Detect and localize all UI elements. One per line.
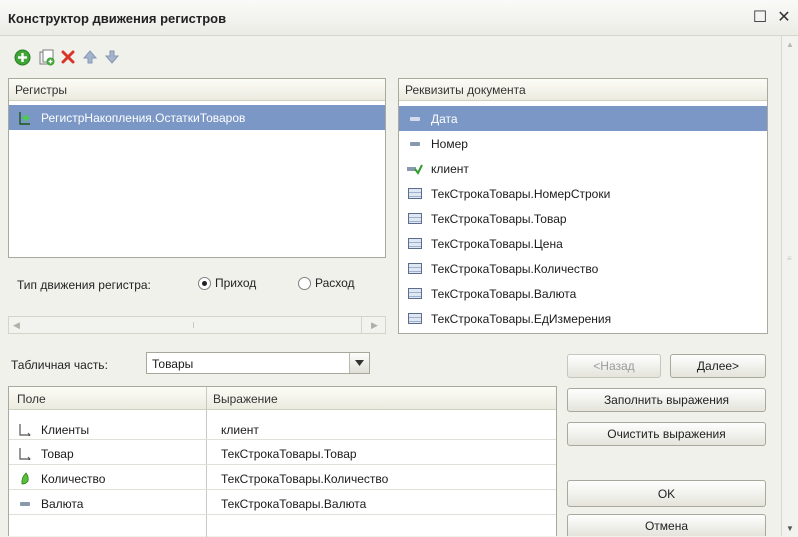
row-field: Валюта: [41, 496, 84, 511]
attribute-item[interactable]: ТекСтрокаТовары.Количество: [399, 256, 767, 281]
movement-type-label: Тип движения регистра:: [17, 278, 151, 292]
back-button[interactable]: <Назад: [567, 354, 661, 378]
tabular-part-label: Табличная часть:: [11, 358, 108, 372]
attribute-item-label: Дата: [431, 111, 458, 126]
row-expression[interactable]: ТекСтрокаТовары.Количество: [221, 472, 388, 486]
attribute-item[interactable]: Дата: [399, 106, 767, 131]
column-field[interactable]: Поле: [17, 392, 46, 406]
attribute-item[interactable]: ТекСтрокаТовары.ЕдИзмерения: [399, 306, 767, 331]
next-button[interactable]: Далее>: [670, 354, 766, 378]
attribute-item[interactable]: клиент: [399, 156, 767, 181]
scroll-divider: [361, 317, 362, 333]
attribute-item[interactable]: Номер: [399, 131, 767, 156]
resource-icon: [17, 472, 33, 485]
attribute-icon: [17, 498, 33, 510]
attribute-item-label: ТекСтрокаТовары.ЕдИзмерения: [431, 311, 612, 326]
fill-expressions-button[interactable]: Заполнить выражения: [567, 388, 766, 412]
registers-header: Регистры: [9, 79, 385, 101]
scroll-down-icon[interactable]: ▼: [786, 524, 794, 533]
row-expression[interactable]: клиент: [221, 423, 259, 437]
column-expression[interactable]: Выражение: [213, 392, 278, 406]
maximize-icon[interactable]: ☐: [750, 7, 770, 27]
tabular-part-value: Товары: [152, 357, 194, 371]
scroll-thumb-grip: [193, 322, 197, 328]
horizontal-scrollbar[interactable]: ◀ ▶: [8, 316, 386, 334]
table-attribute-icon: [407, 188, 423, 200]
clear-expressions-button[interactable]: Очистить выражения: [567, 422, 766, 446]
attribute-icon: [407, 138, 423, 150]
radio-income-label: Приход: [215, 276, 257, 290]
move-down-icon[interactable]: [103, 48, 121, 66]
table-attribute-icon: [407, 238, 423, 250]
register-item-label: РегистрНакопления.ОстаткиТоваров: [41, 110, 246, 125]
attribute-item-label: Номер: [431, 136, 468, 151]
dimension-icon: [17, 423, 33, 436]
row-expression[interactable]: ТекСтрокаТовары.Валюта: [221, 497, 366, 511]
row-field: Количество: [41, 471, 106, 486]
registers-list[interactable]: Регистры РегистрНакопления.ОстаткиТоваро…: [8, 78, 386, 258]
table-row[interactable]: Количество ТекСтрокаТовары.Количество: [9, 466, 556, 491]
attributes-header: Реквизиты документа: [399, 79, 767, 101]
add-icon[interactable]: [13, 48, 31, 66]
delete-icon[interactable]: [59, 48, 77, 66]
accumulation-register-icon: [17, 111, 33, 125]
scroll-left-icon[interactable]: ◀: [13, 320, 20, 331]
cancel-button[interactable]: Отмена: [567, 514, 766, 536]
attribute-item[interactable]: ТекСтрокаТовары.Валюта: [399, 281, 767, 306]
row-field: Товар: [41, 446, 74, 461]
attribute-item[interactable]: ТекСтрокаТовары.Цена: [399, 231, 767, 256]
scroll-thumb-grip: ≡: [787, 254, 792, 263]
fields-table[interactable]: Поле Выражение Клиенты клиент Товар ТекС…: [8, 386, 557, 537]
register-item[interactable]: РегистрНакопления.ОстаткиТоваров: [9, 105, 385, 130]
dimension-icon: [17, 447, 33, 460]
row-expression[interactable]: ТекСтрокаТовары.Товар: [221, 447, 357, 461]
table-row[interactable]: Товар ТекСтрокаТовары.Товар: [9, 441, 556, 466]
scroll-up-icon[interactable]: ▲: [786, 40, 794, 49]
ok-button[interactable]: OK: [567, 480, 766, 507]
window-title: Конструктор движения регистров: [8, 11, 227, 26]
document-attributes-list[interactable]: Реквизиты документа Дата Номер клиент Те…: [398, 78, 768, 334]
move-up-icon[interactable]: [81, 48, 99, 66]
vertical-scrollbar[interactable]: ▲ ≡ ▼: [781, 36, 798, 536]
attribute-icon: [407, 113, 423, 125]
attribute-item-label: клиент: [431, 161, 469, 176]
attribute-item-label: ТекСтрокаТовары.Валюта: [431, 286, 577, 301]
copy-icon[interactable]: [37, 48, 55, 66]
row-field: Клиенты: [41, 422, 90, 437]
table-attribute-icon: [407, 313, 423, 325]
title-bar: Конструктор движения регистров ☐ ✕: [0, 0, 798, 36]
radio-income[interactable]: Приход: [198, 276, 256, 290]
attribute-item[interactable]: ТекСтрокаТовары.Товар: [399, 206, 767, 231]
table-attribute-icon: [407, 213, 423, 225]
attribute-item-label: ТекСтрокаТовары.Цена: [431, 236, 563, 251]
table-attribute-icon: [407, 288, 423, 300]
chevron-down-icon[interactable]: [349, 353, 369, 373]
table-row[interactable]: Валюта ТекСтрокаТовары.Валюта: [9, 491, 556, 516]
attribute-item[interactable]: ТекСтрокаТовары.НомерСтроки: [399, 181, 767, 206]
radio-expense[interactable]: Расход: [298, 276, 355, 290]
radio-expense-indicator[interactable]: [298, 276, 311, 290]
radio-income-indicator[interactable]: [198, 276, 211, 290]
radio-expense-label: Расход: [315, 276, 355, 290]
tabular-part-select[interactable]: Товары: [146, 352, 370, 374]
attribute-item-label: ТекСтрокаТовары.Количество: [431, 261, 599, 276]
table-attribute-icon: [407, 263, 423, 275]
close-icon[interactable]: ✕: [774, 7, 794, 27]
attribute-check-icon: [407, 163, 423, 175]
scroll-right-icon[interactable]: ▶: [371, 320, 378, 331]
attribute-item-label: ТекСтрокаТовары.Товар: [431, 211, 567, 226]
fields-table-header: Поле Выражение: [9, 387, 556, 410]
attribute-item-label: ТекСтрокаТовары.НомерСтроки: [431, 186, 611, 201]
